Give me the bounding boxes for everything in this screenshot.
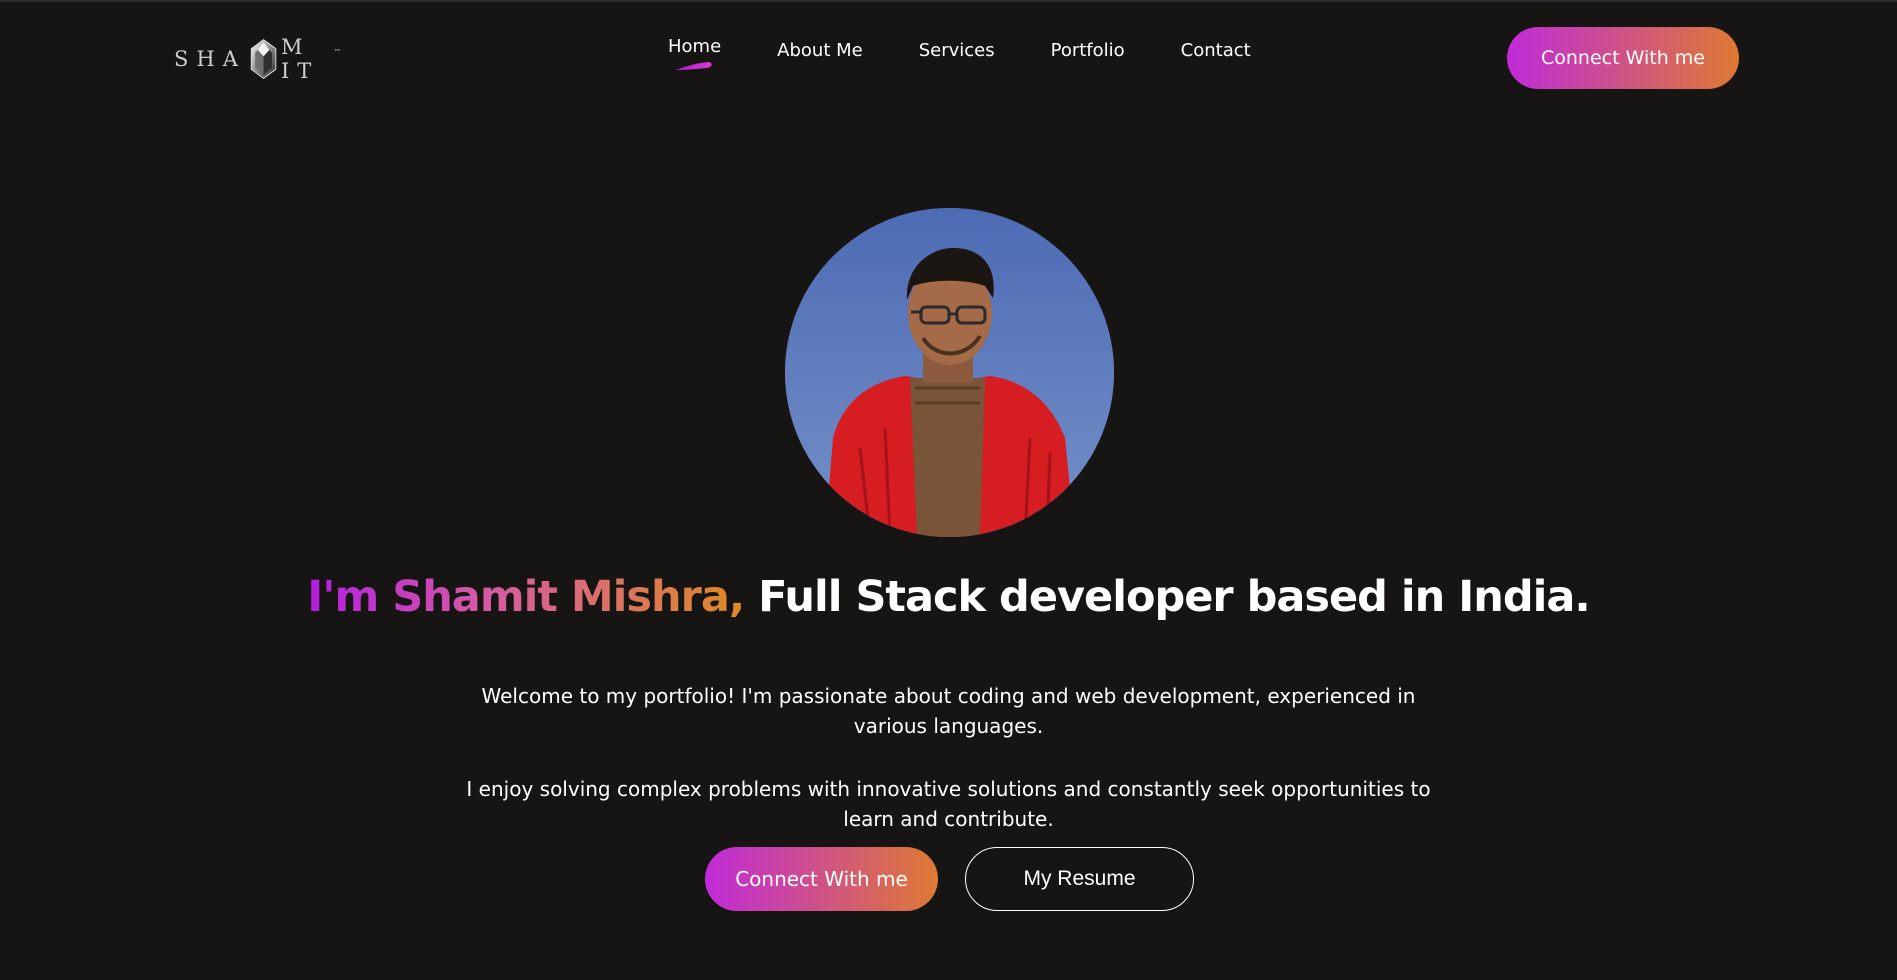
nav-item-home[interactable]: Home — [668, 36, 721, 76]
nav-label: Portfolio — [1050, 40, 1125, 61]
logo-wordmark: SHA M IT ™ — [174, 27, 341, 91]
hero-connect-button[interactable]: Connect With me — [705, 847, 938, 911]
active-underline-icon — [676, 62, 712, 70]
main-nav: Home About Me Services Portfolio Contact — [668, 36, 1251, 80]
profile-avatar — [785, 208, 1114, 537]
headline-role: Full Stack developer based in India. — [758, 572, 1591, 622]
nav-item-contact[interactable]: Contact — [1181, 40, 1251, 80]
nav-label: Services — [918, 40, 995, 61]
person-photo — [785, 208, 1114, 537]
hero-headline: I'm Shamit Mishra, Full Stack developer … — [0, 572, 1897, 622]
logo-suffix: M IT — [280, 35, 320, 83]
intro-paragraph: Welcome to my portfolio! I'm passionate … — [481, 684, 1416, 738]
trademark-symbol: ™ — [334, 48, 342, 56]
nav-label: Home — [668, 36, 722, 57]
about-paragraph: I enjoy solving complex problems with in… — [466, 777, 1431, 831]
nav-label: About Me — [777, 40, 863, 61]
nav-item-portfolio[interactable]: Portfolio — [1051, 40, 1125, 80]
nav-item-services[interactable]: Services — [919, 40, 995, 80]
brand-logo[interactable]: SHA M IT ™ — [174, 24, 341, 94]
gem-icon — [250, 39, 277, 79]
connect-button[interactable]: Connect With me — [1507, 27, 1739, 89]
logo-prefix: SHA — [174, 47, 246, 71]
headline-name: I'm Shamit Mishra, — [307, 572, 745, 622]
resume-button[interactable]: My Resume — [965, 847, 1194, 911]
nav-item-about[interactable]: About Me — [777, 40, 863, 80]
top-border — [0, 0, 1897, 2]
nav-label: Contact — [1180, 40, 1251, 61]
